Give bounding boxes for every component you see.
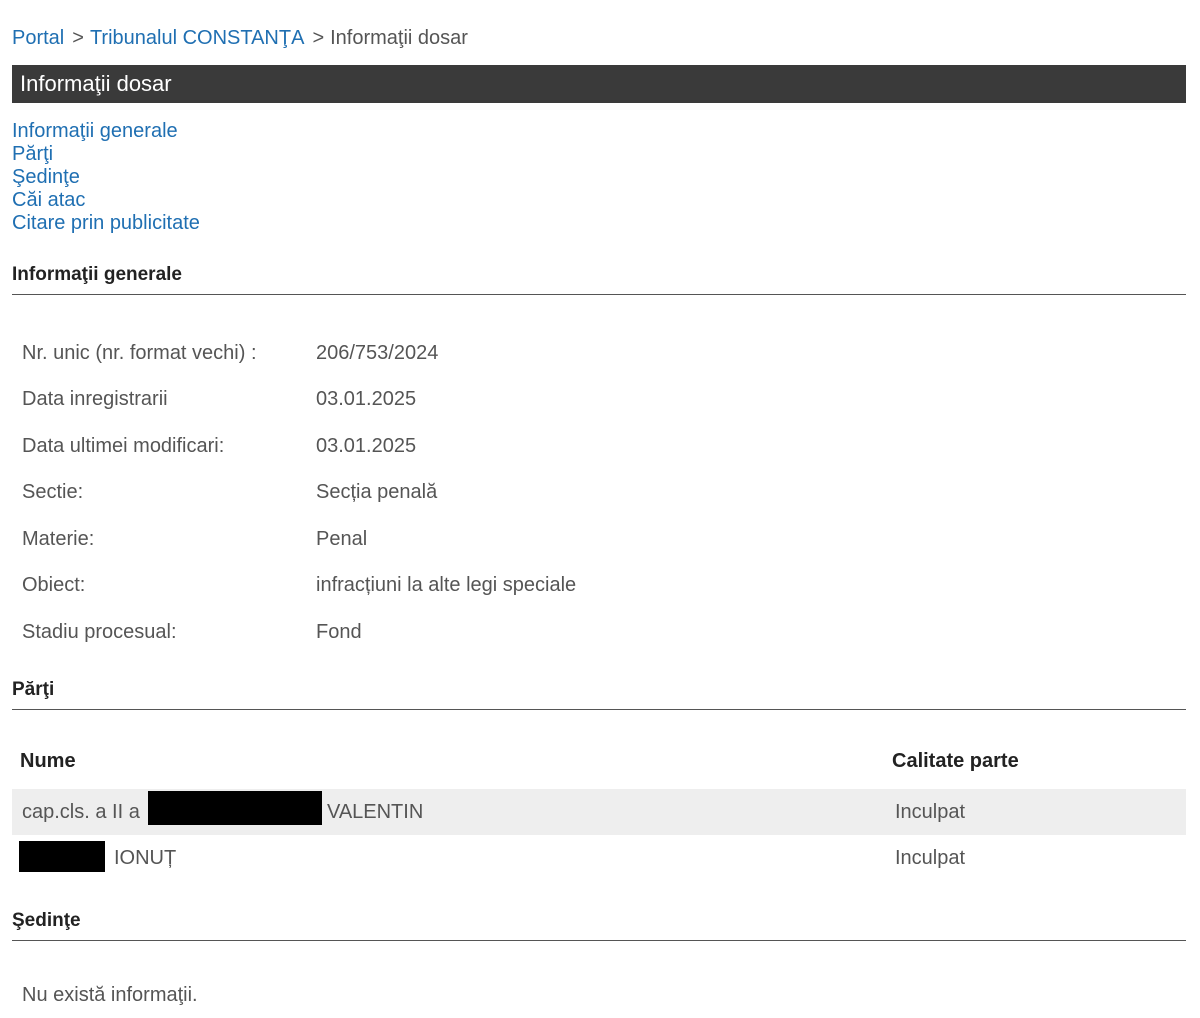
info-label: Obiect:: [22, 574, 86, 597]
info-row-object: Obiect: infracțiuni la alte legi special…: [22, 563, 576, 610]
anchor-link-appeals[interactable]: Căi atac: [12, 189, 85, 211]
anchor-link-parties[interactable]: Părţi: [12, 143, 53, 165]
party-role: Inculpat: [895, 847, 966, 869]
general-info-table: Nr. unic (nr. format vechi) : 206/753/20…: [22, 330, 576, 656]
hearings-empty-message: Nu există informaţii.: [22, 984, 198, 1006]
info-value: Secția penală: [316, 481, 438, 504]
info-label: Materie:: [22, 527, 95, 550]
info-row-registration-date: Data inregistrarii 03.01.2025: [22, 377, 576, 424]
breadcrumb-portal-link[interactable]: Portal: [12, 27, 64, 49]
redaction-box: [19, 841, 105, 872]
info-value: 206/753/2024: [316, 341, 439, 364]
info-row-section: Sectie: Secția penală: [22, 470, 576, 517]
anchor-link-public-summons[interactable]: Citare prin publicitate: [12, 212, 200, 234]
column-header-role: Calitate parte: [892, 750, 1019, 772]
breadcrumb-current: Informaţii dosar: [330, 27, 468, 49]
table-row: IONUȚ Inculpat: [12, 835, 1186, 881]
info-value: infracțiuni la alte legi speciale: [316, 574, 577, 597]
info-value: Penal: [316, 527, 368, 550]
party-name-suffix: IONUȚ: [114, 847, 177, 869]
breadcrumb: Portal > Tribunalul CONSTANŢA > Informaţii d…: [12, 27, 468, 50]
general-info-heading: Informaţii generale: [12, 264, 1186, 295]
info-label: Data ultimei modificari:: [22, 434, 225, 457]
info-row-last-modified: Data ultimei modificari: 03.01.2025: [22, 423, 576, 470]
hearings-heading: Şedinţe: [12, 910, 1186, 941]
breadcrumb-court-link[interactable]: Tribunalul CONSTANŢA: [90, 27, 305, 49]
column-header-name: Nume: [20, 750, 76, 772]
parties-heading: Părţi: [12, 679, 1186, 710]
info-row-case-number: Nr. unic (nr. format vechi) : 206/753/20…: [22, 330, 576, 377]
info-value: 03.01.2025: [316, 434, 417, 457]
anchor-link-hearings[interactable]: Şedinţe: [12, 166, 80, 188]
breadcrumb-separator: >: [312, 27, 325, 49]
page-title: Informaţii dosar: [12, 65, 1186, 103]
info-label: Sectie:: [22, 481, 84, 504]
info-row-procedural-stage: Stadiu procesual: Fond: [22, 609, 576, 656]
party-role: Inculpat: [895, 801, 966, 823]
info-label: Stadiu procesual:: [22, 620, 177, 643]
anchor-nav: Informaţii generale Părţi Şedinţe Căi at…: [12, 120, 200, 235]
party-name-prefix: cap.cls. a II a: [22, 801, 140, 823]
info-value: 03.01.2025: [316, 388, 417, 411]
party-name-suffix: I VALENTIN: [315, 801, 424, 823]
redaction-box: [148, 791, 322, 825]
info-value: Fond: [316, 620, 362, 643]
breadcrumb-separator: >: [72, 27, 84, 49]
info-label: Data inregistrarii: [22, 388, 168, 411]
anchor-link-general-info[interactable]: Informaţii generale: [12, 120, 178, 142]
info-label: Nr. unic (nr. format vechi) :: [22, 341, 257, 364]
info-row-matter: Materie: Penal: [22, 516, 576, 563]
